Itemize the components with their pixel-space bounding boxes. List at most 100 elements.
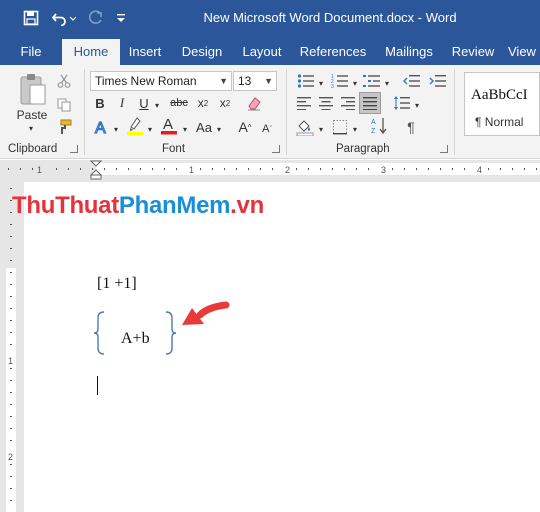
vertical-ruler-tick	[10, 188, 12, 189]
shading-icon[interactable]	[294, 117, 316, 137]
underline-button[interactable]: U	[136, 93, 152, 113]
svg-text:Z: Z	[371, 128, 376, 135]
align-right-icon[interactable]	[338, 93, 358, 113]
doc-equation-text[interactable]: A+b	[121, 330, 150, 348]
font-size-value: 13	[238, 74, 252, 88]
chevron-down-icon[interactable]: ▾	[412, 95, 422, 115]
align-center-icon[interactable]	[316, 93, 336, 113]
clipboard-icon[interactable]	[14, 71, 50, 109]
text-cursor	[97, 376, 98, 395]
font-size-box[interactable]: 13 ▼	[233, 71, 277, 91]
align-left-icon[interactable]	[294, 93, 314, 113]
vertical-ruler-tick	[10, 296, 12, 297]
format-painter-icon[interactable]	[55, 117, 73, 137]
multilevel-list-icon[interactable]	[362, 71, 382, 91]
svg-text:3: 3	[331, 84, 334, 89]
ruler-tick	[452, 168, 453, 170]
borders-icon[interactable]	[330, 117, 350, 137]
ruler-tick	[236, 168, 237, 170]
ruler-tick	[140, 168, 141, 170]
font-name-value: Times New Roman	[95, 74, 197, 88]
vertical-ruler-tick	[10, 380, 12, 381]
ruler-tick	[392, 168, 393, 170]
ruler-tick	[248, 168, 249, 170]
chevron-down-icon[interactable]: ▼	[219, 72, 228, 90]
vertical-ruler-tick	[10, 476, 12, 477]
bullets-icon[interactable]	[296, 71, 316, 91]
bold-button[interactable]: B	[92, 93, 108, 113]
indent-marker-icon[interactable]	[89, 160, 103, 180]
chevron-down-icon[interactable]: ▾	[382, 73, 392, 93]
ruler-tick	[464, 168, 465, 170]
ribbon-home: Paste ▾ Clipboard Times New Roman ▼ 13 ▼…	[0, 65, 540, 159]
cut-icon[interactable]	[55, 71, 73, 91]
italic-button[interactable]: I	[114, 93, 130, 113]
ruler-tick	[332, 168, 333, 170]
superscript-button[interactable]: x2	[216, 93, 234, 113]
shrink-font-icon[interactable]: Aˇ	[258, 119, 276, 139]
ruler-tick	[212, 168, 213, 170]
chevron-down-icon[interactable]: ▾	[214, 119, 224, 139]
justify-icon[interactable]	[359, 92, 381, 114]
tab-design[interactable]: Design	[178, 39, 226, 65]
chevron-down-icon[interactable]: ▾	[316, 119, 326, 139]
sort-icon[interactable]: AZ	[370, 115, 390, 137]
chevron-down-icon[interactable]: ▾	[180, 119, 190, 139]
vertical-ruler-tick	[10, 284, 12, 285]
ruler-tick	[308, 168, 309, 170]
ruler-tick	[512, 168, 513, 170]
increase-indent-icon[interactable]	[428, 71, 448, 91]
chevron-down-icon[interactable]: ▾	[111, 119, 121, 139]
chevron-down-icon[interactable]: ▾	[350, 73, 360, 93]
tab-insert[interactable]: Insert	[122, 39, 168, 65]
ruler-tick	[320, 168, 321, 170]
chevron-down-icon[interactable]: ▾	[145, 119, 155, 139]
chevron-down-icon[interactable]: ▾	[316, 73, 326, 93]
ruler-tick	[104, 168, 105, 170]
style-name: ¶ Normal	[475, 115, 524, 129]
paste-dropdown-icon[interactable]: ▾	[24, 123, 38, 133]
style-normal[interactable]: AaBbCcI ¶ Normal	[464, 72, 540, 136]
vertical-ruler-tick	[10, 224, 12, 225]
divider	[454, 69, 455, 155]
grow-font-icon[interactable]: A ^	[236, 117, 254, 137]
tab-home[interactable]: Home	[62, 39, 120, 65]
vertical-ruler-tick	[10, 236, 12, 237]
clipboard-launcher-icon[interactable]	[70, 145, 78, 153]
text-effects-icon[interactable]: A	[92, 117, 112, 137]
highlight-icon[interactable]	[124, 115, 146, 135]
line-spacing-icon[interactable]	[392, 93, 412, 113]
group-label-paragraph: Paragraph	[336, 143, 390, 155]
tab-mailings[interactable]: Mailings	[378, 39, 440, 65]
tab-view[interactable]: View	[508, 39, 540, 65]
chevron-down-icon[interactable]: ▼	[264, 72, 273, 90]
font-launcher-icon[interactable]	[272, 145, 280, 153]
vertical-ruler-tick	[10, 428, 12, 429]
numbering-icon[interactable]: 123	[330, 71, 350, 91]
paste-button[interactable]: Paste	[8, 107, 56, 123]
paragraph-launcher-icon[interactable]	[440, 145, 448, 153]
ruler-tick	[368, 168, 369, 170]
tab-layout[interactable]: Layout	[236, 39, 288, 65]
doc-text-line-1[interactable]: [1 +1]	[97, 275, 137, 293]
chevron-down-icon[interactable]: ▾	[350, 119, 360, 139]
strikethrough-button[interactable]: abc	[168, 93, 190, 113]
style-preview: AaBbCcI	[471, 87, 528, 103]
tab-file[interactable]: File	[12, 39, 50, 65]
clear-formatting-icon[interactable]	[244, 93, 264, 113]
pilcrow-icon[interactable]: ¶	[402, 117, 420, 137]
subscript-button[interactable]: x2	[194, 93, 212, 113]
copy-icon[interactable]	[55, 95, 73, 115]
tab-references[interactable]: References	[298, 39, 368, 65]
font-color-icon[interactable]: A	[158, 115, 180, 135]
group-label-clipboard: Clipboard	[8, 143, 58, 155]
vertical-ruler-number: 2	[8, 452, 13, 462]
vertical-ruler-tick	[10, 488, 12, 489]
watermark-part1: ThuThuat	[12, 192, 119, 219]
underline-dropdown-icon[interactable]: ▾	[152, 95, 162, 115]
change-case-button[interactable]: Aa	[192, 117, 216, 137]
window-title: New Microsoft Word Document.docx - Word	[203, 10, 457, 25]
tab-review[interactable]: Review	[448, 39, 498, 65]
decrease-indent-icon[interactable]	[402, 71, 422, 91]
font-name-box[interactable]: Times New Roman ▼	[90, 71, 232, 91]
